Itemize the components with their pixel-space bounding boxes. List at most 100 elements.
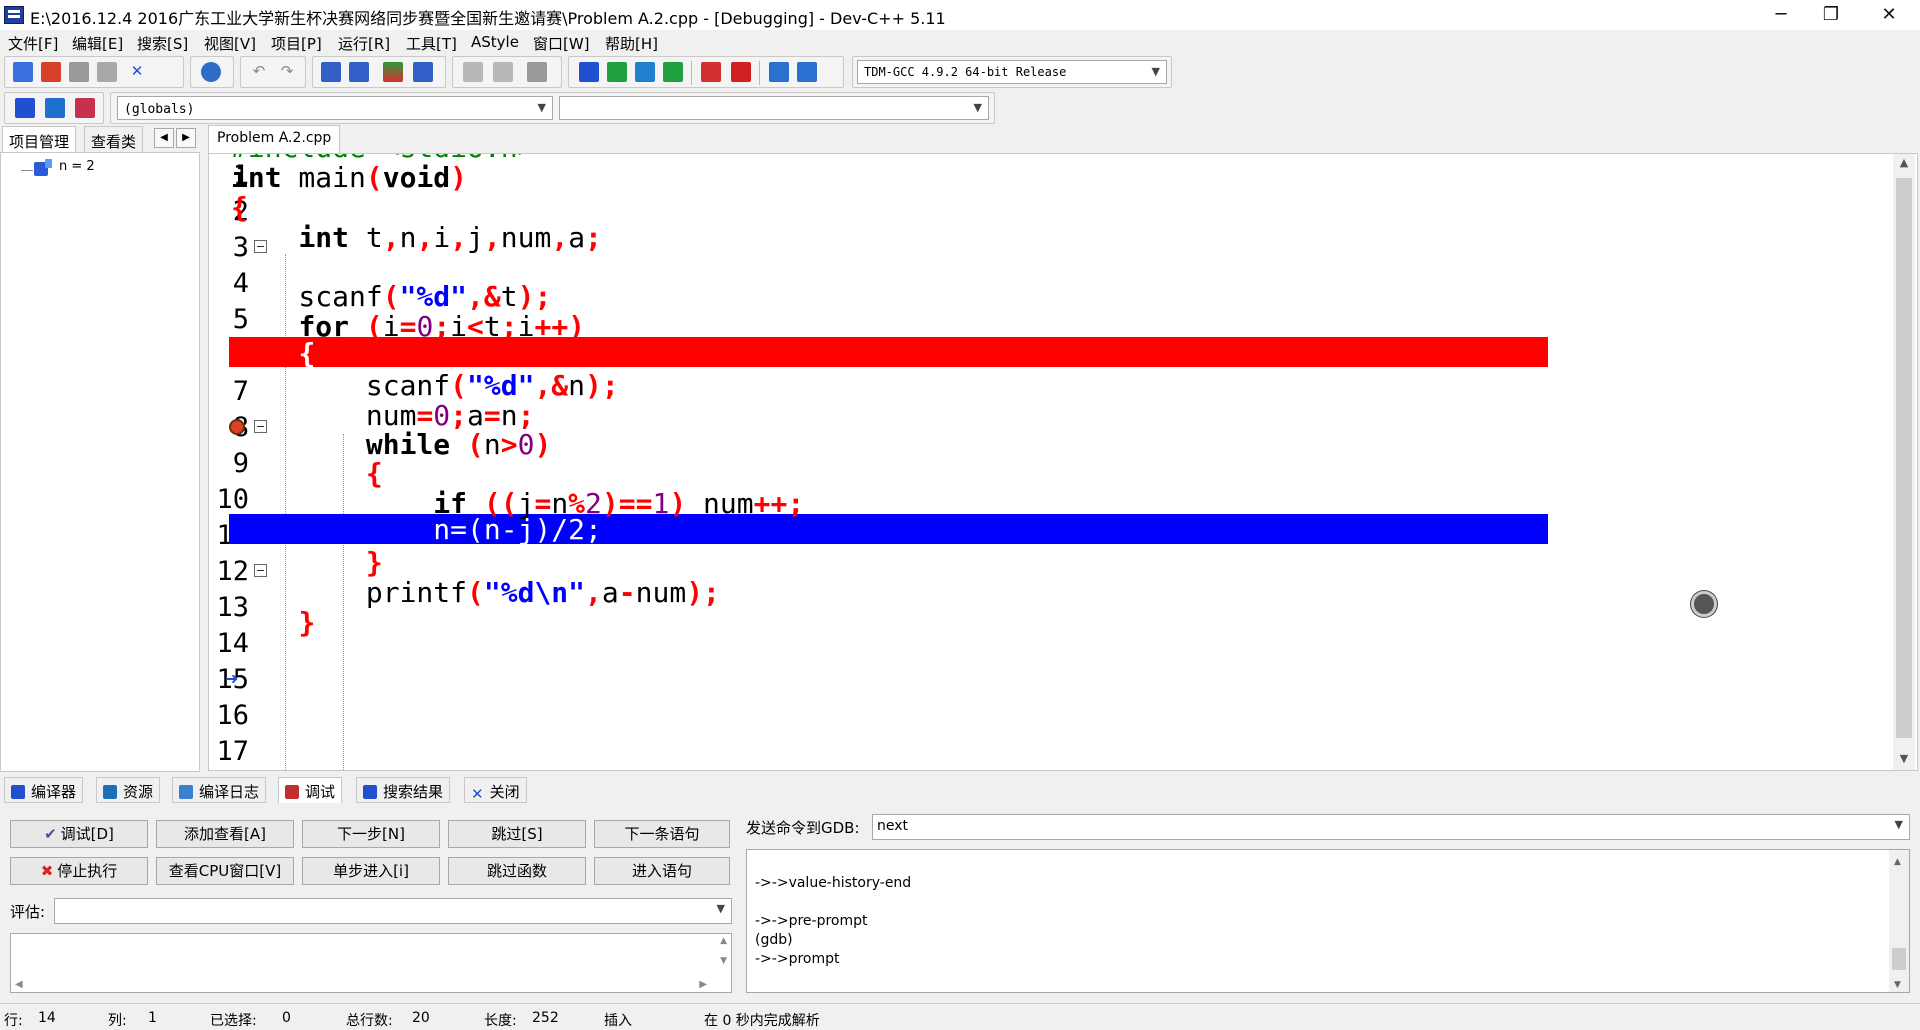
debug-icon [285, 785, 299, 799]
next-step-button[interactable]: 下一步[N] [302, 820, 440, 848]
file-toolbar: ✕ [4, 56, 184, 88]
status-col-label: 列: [108, 1013, 127, 1029]
bookmark-toolbar [4, 92, 104, 124]
gdb-output-line [755, 893, 1901, 912]
evaluate-input[interactable]: ▼ [54, 898, 732, 924]
menu-search[interactable]: 搜索[S] [137, 33, 188, 54]
debug-icon[interactable] [701, 62, 721, 82]
undo-icon[interactable]: ↶ [249, 62, 269, 82]
tab-debug[interactable]: 调试 [278, 777, 343, 803]
redo-icon[interactable]: ↷ [277, 62, 297, 82]
left-panel-tabs: 项目管理 查看类 ◀ ▶ [0, 126, 205, 152]
profile-delete-icon[interactable] [797, 62, 817, 82]
view-cpu-window-button[interactable]: 查看CPU窗口[V] [156, 857, 294, 885]
skip-button[interactable]: 跳过[S] [448, 820, 586, 848]
main-toolbar: ✕ ↶ ↷ TDM-GCC 4.9.2 64-bit Release ▼ [0, 54, 1920, 90]
tab-project-manager[interactable]: 项目管理 [2, 126, 77, 152]
tab-close[interactable]: ✕ 关闭 [464, 777, 527, 803]
function-select[interactable]: ▼ [559, 96, 989, 120]
compile-icon[interactable] [579, 62, 599, 82]
menu-run[interactable]: 运行[R] [338, 33, 390, 54]
tab-compiler[interactable]: 编译器 [4, 777, 84, 803]
status-row-value: 14 [38, 1010, 56, 1026]
evaluate-label: 评估: [10, 903, 46, 921]
compile-run-icon[interactable] [635, 62, 655, 82]
run-icon[interactable] [607, 62, 627, 82]
menu-project[interactable]: 项目[P] [271, 33, 322, 54]
profile-icon[interactable] [769, 62, 789, 82]
tab-class-browser[interactable]: 查看类 [84, 126, 144, 152]
tab-prev-button[interactable]: ◀ [154, 128, 174, 148]
save-all-icon[interactable] [97, 62, 117, 82]
editor-tab-file[interactable]: Problem A.2.cpp [208, 125, 341, 153]
menu-tools[interactable]: 工具[T] [406, 33, 457, 54]
step-into-button[interactable]: 单步进入[i] [302, 857, 440, 885]
menu-edit[interactable]: 编辑[E] [72, 33, 123, 54]
scroll-left-icon[interactable]: ◀ [15, 979, 23, 990]
open-file-icon[interactable] [41, 62, 61, 82]
editor-vertical-scrollbar[interactable]: ▲ ▼ [1893, 154, 1915, 770]
code-line-17: } [298, 606, 316, 639]
menu-help[interactable]: 帮助[H] [605, 33, 658, 54]
compiler-select[interactable]: TDM-GCC 4.9.2 64-bit Release ▼ [857, 60, 1167, 84]
close-button[interactable]: ✕ [1866, 0, 1912, 30]
scrollbar-thumb[interactable] [1892, 948, 1906, 970]
menu-view[interactable]: 视图[V] [204, 33, 256, 54]
gdb-output-scrollbar[interactable]: ▲ ▼ [1889, 850, 1909, 992]
scrollbar-thumb[interactable] [1896, 178, 1912, 738]
remove-from-project-icon[interactable] [493, 62, 513, 82]
check-icon: ✔ [44, 825, 57, 843]
debug-button[interactable]: ✔ 调试[D] [10, 820, 148, 848]
minimize-button[interactable]: ─ [1758, 0, 1804, 30]
scope-select[interactable]: (globals) ▼ [117, 96, 553, 120]
new-file-icon[interactable] [13, 62, 33, 82]
gdb-output[interactable]: ->->value-history-end ->->pre-prompt (gd… [746, 849, 1910, 993]
print-icon[interactable] [201, 62, 221, 82]
tab-label: 资源 [123, 783, 154, 801]
find-icon[interactable] [321, 62, 341, 82]
indent-icon[interactable] [413, 62, 433, 82]
evaluate-output[interactable]: ▲ ▼ ◀ ▶ [10, 933, 732, 993]
scroll-down-icon[interactable]: ▼ [1894, 976, 1901, 995]
menu-astyle[interactable]: AStyle [471, 33, 519, 51]
chevron-down-icon: ▼ [1151, 65, 1160, 78]
tab-resources[interactable]: 资源 [96, 777, 161, 803]
code-editor[interactable]: 1 2 3 4 5 6 7 8 9 10 11 12 13 14 15 16 1… [208, 153, 1918, 771]
search-results-icon [363, 785, 377, 799]
stop-execution-button[interactable]: ✖ 停止执行 [10, 857, 148, 885]
status-total-value: 20 [412, 1010, 430, 1026]
skip-function-button[interactable]: 跳过函数 [448, 857, 586, 885]
watch-item[interactable]: n = 2 [59, 159, 95, 174]
menu-file[interactable]: 文件[F] [8, 33, 58, 54]
step-into-statement-button[interactable]: 进入语句 [594, 857, 730, 885]
gdb-command-input[interactable]: next ▼ [872, 814, 1910, 840]
menu-window[interactable]: 窗口[W] [533, 33, 590, 54]
save-icon[interactable] [69, 62, 89, 82]
scroll-down-icon[interactable]: ▼ [720, 956, 727, 966]
close-file-icon[interactable]: ✕ [127, 62, 147, 82]
replace-icon[interactable] [349, 62, 369, 82]
tree-line [21, 170, 33, 171]
next-statement-button[interactable]: 下一条语句 [594, 820, 730, 848]
scroll-down-icon[interactable]: ▼ [1893, 752, 1915, 765]
scroll-up-icon[interactable]: ▲ [1894, 853, 1901, 872]
maximize-button[interactable]: ❐ [1808, 0, 1854, 30]
goto-definition-icon[interactable] [45, 98, 65, 118]
scroll-right-icon[interactable]: ▶ [699, 979, 707, 990]
rebuild-icon[interactable] [663, 62, 683, 82]
add-watch-button[interactable]: 添加查看[A] [156, 820, 294, 848]
scroll-up-icon[interactable]: ▲ [1893, 156, 1915, 169]
add-to-project-icon[interactable] [463, 62, 483, 82]
scroll-up-icon[interactable]: ▲ [720, 936, 727, 946]
goto-line-icon[interactable] [383, 62, 403, 82]
code-line-14: n=(n-j)/2; [231, 513, 602, 546]
title-bar: E:\2016.12.4 2016广东工业大学新生杯决赛网络同步赛暨全国新生邀请… [0, 0, 1920, 30]
goto-declaration-icon[interactable] [15, 98, 35, 118]
stop-icon[interactable] [731, 62, 751, 82]
tab-search-results[interactable]: 搜索结果 [356, 777, 451, 803]
bookmark-icon[interactable] [75, 98, 95, 118]
project-options-icon[interactable] [527, 62, 547, 82]
stop-icon: ✖ [40, 862, 54, 880]
tab-compile-log[interactable]: 编译日志 [172, 777, 267, 803]
tab-next-button[interactable]: ▶ [176, 128, 196, 148]
